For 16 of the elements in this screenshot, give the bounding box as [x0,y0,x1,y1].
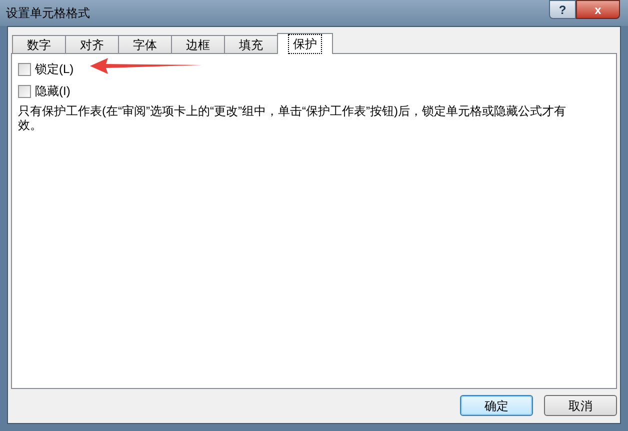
help-button[interactable]: ? [549,0,576,19]
dialog-button[interactable]: 取消 [544,395,617,416]
tab[interactable]: 字体 [118,35,172,53]
checkbox[interactable] [18,84,31,98]
close-button[interactable]: x [576,0,620,19]
checkbox-label: 锁定(L) [35,61,74,78]
tab[interactable]: 填充 [224,35,278,53]
note-text: 只有保护工作表(在“审阅”选项卡上的“更改”组中，单击“保护工作表”按钮)后，锁定单元格或隐藏公式才有效。 [18,104,567,132]
checkbox-label: 隐藏(I) [35,83,70,100]
tab[interactable]: 边框 [171,35,225,53]
tab[interactable]: 保护 [277,33,333,54]
window-title: 设置单元格格式 [6,5,90,22]
tab[interactable]: 对齐 [65,35,119,53]
tab[interactable]: 数字 [12,35,66,53]
checkbox[interactable] [18,62,31,76]
dialog-button[interactable]: 确定 [460,395,533,416]
